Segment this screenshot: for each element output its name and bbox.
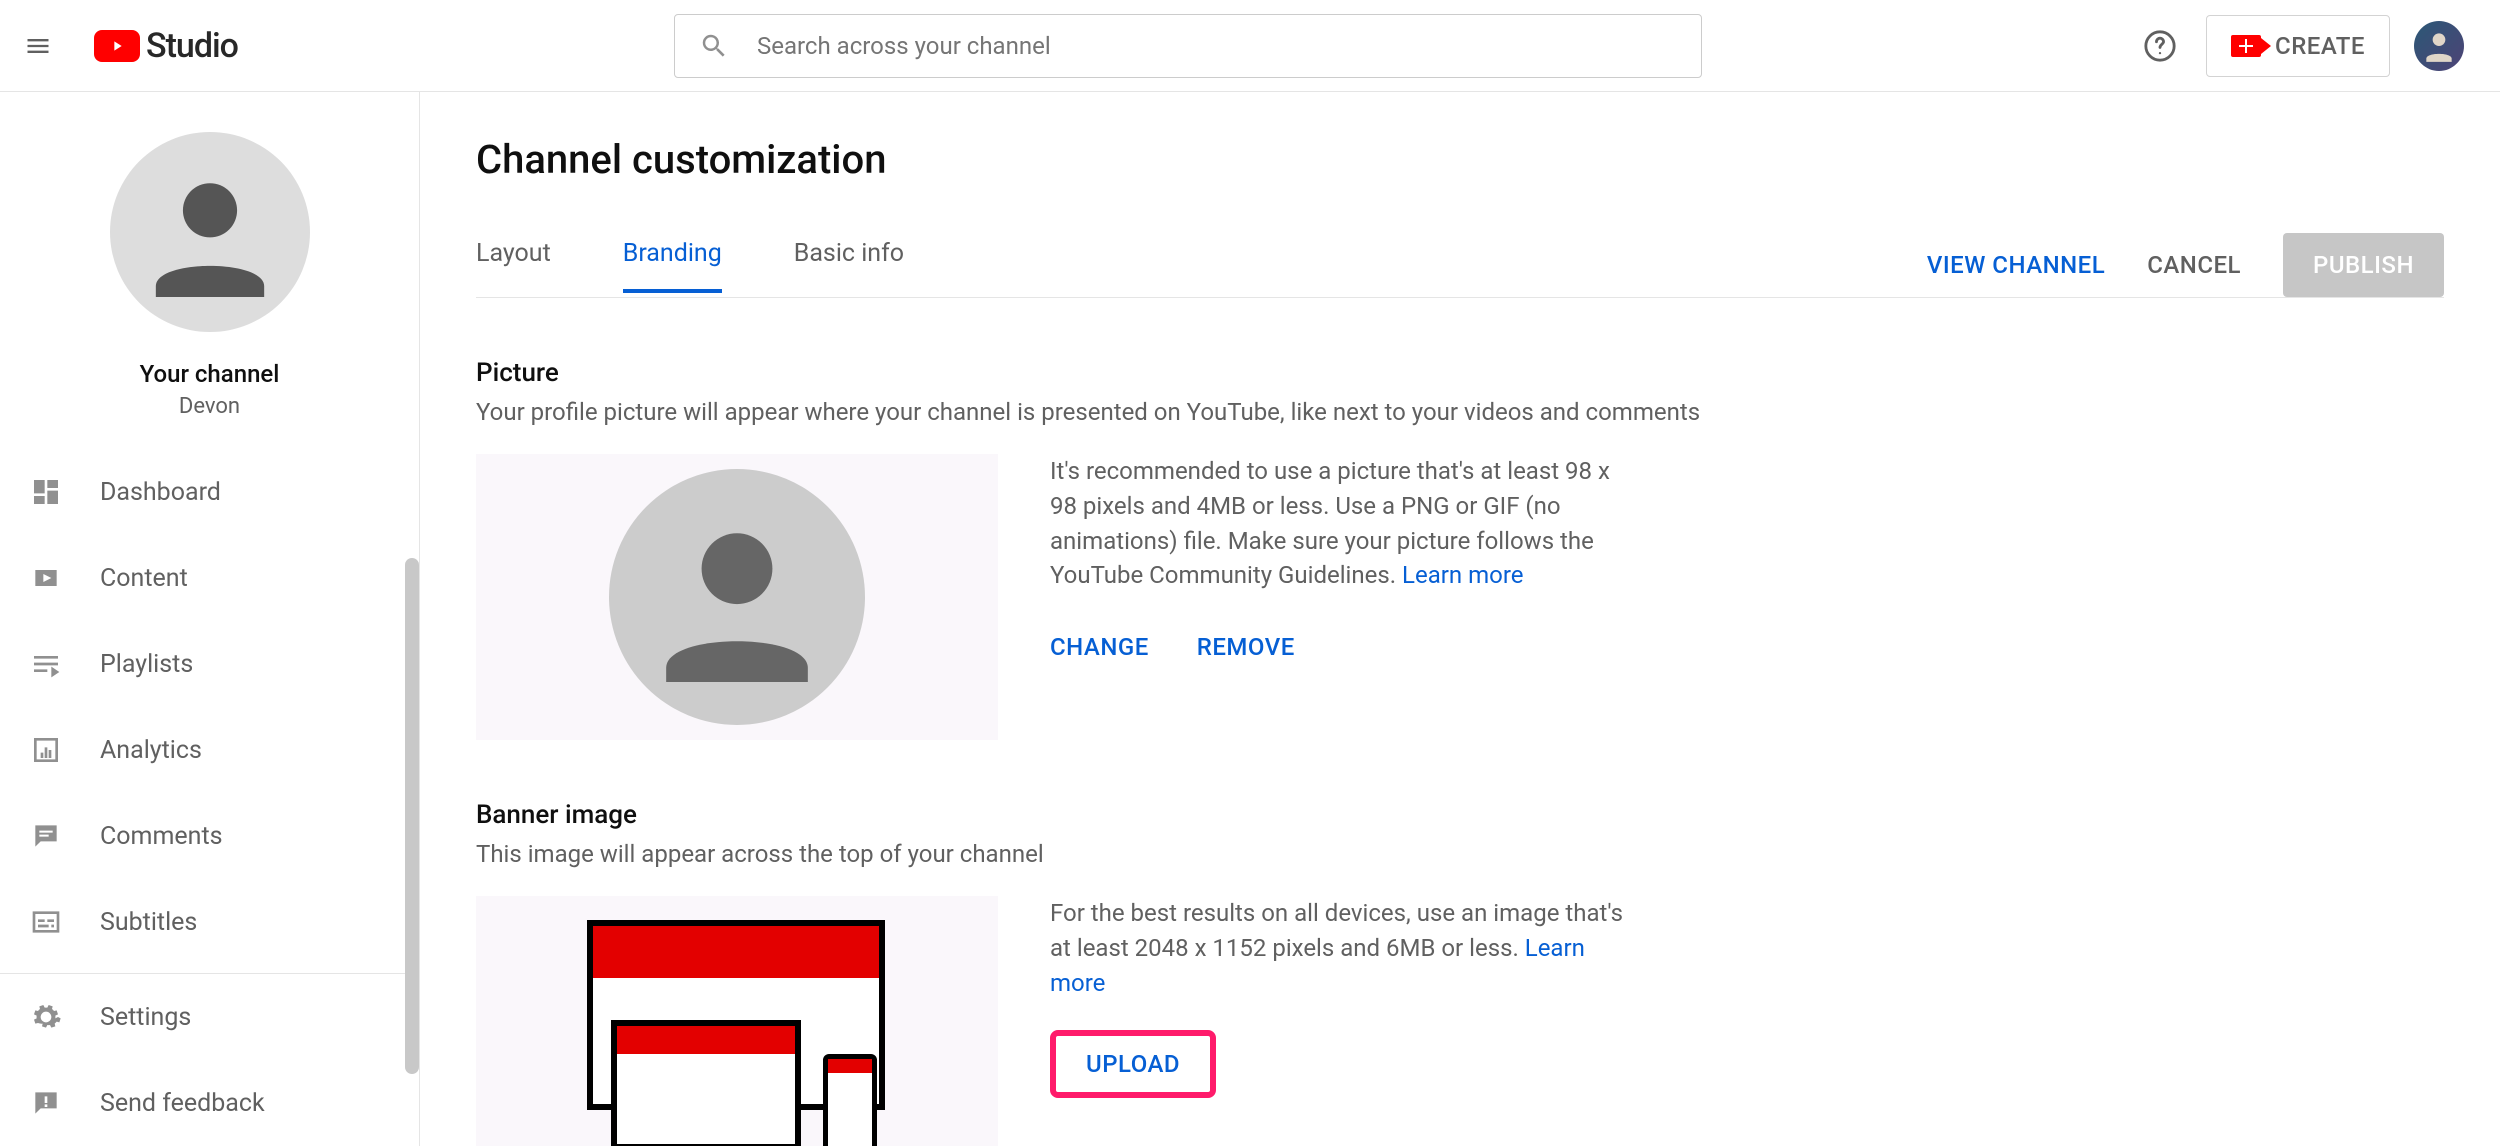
picture-heading: Picture	[476, 358, 2444, 388]
comments-icon	[28, 818, 64, 854]
picture-help-text: It's recommended to use a picture that's…	[1050, 457, 1610, 589]
tabs: Layout Branding Basic info	[476, 239, 904, 292]
tab-row: Layout Branding Basic info VIEW CHANNEL …	[476, 233, 2444, 298]
publish-button[interactable]: PUBLISH	[2283, 233, 2444, 297]
create-camera-icon	[2231, 35, 2261, 57]
sidebar-nav: Dashboard Content Playlists Analytics Co…	[0, 449, 419, 973]
channel-title: Your channel	[140, 360, 280, 388]
page-title: Channel customization	[476, 136, 2444, 183]
sidebar-item-label: Comments	[100, 822, 223, 851]
search-input[interactable]	[757, 32, 1677, 60]
search-box[interactable]	[674, 14, 1702, 78]
sidebar-item-playlists[interactable]: Playlists	[0, 621, 419, 707]
analytics-icon	[28, 732, 64, 768]
dashboard-icon	[28, 474, 64, 510]
cancel-button[interactable]: CANCEL	[2147, 251, 2241, 279]
banner-subtext: This image will appear across the top of…	[476, 840, 2444, 868]
channel-block: Your channel Devon	[0, 92, 419, 449]
help-button[interactable]	[2138, 24, 2182, 68]
sidebar-item-label: Analytics	[100, 736, 202, 765]
sidebar-item-label: Settings	[100, 1003, 191, 1032]
upload-highlight: UPLOAD	[1050, 1030, 1216, 1098]
hamburger-icon	[24, 32, 52, 60]
sidebar-item-comments[interactable]: Comments	[0, 793, 419, 879]
sidebar-item-settings[interactable]: Settings	[0, 974, 419, 1060]
tab-basic-info[interactable]: Basic info	[794, 239, 904, 292]
sidebar-item-label: Dashboard	[100, 478, 221, 507]
search-wrap	[238, 14, 2138, 78]
menu-button[interactable]	[18, 26, 58, 66]
channel-owner-name: Devon	[179, 394, 240, 419]
logo-text: Studio	[146, 26, 238, 66]
help-icon	[2143, 29, 2177, 63]
tab-branding[interactable]: Branding	[623, 239, 722, 292]
content-icon	[28, 560, 64, 596]
sidebar-item-dashboard[interactable]: Dashboard	[0, 449, 419, 535]
youtube-icon	[94, 30, 140, 62]
topbar-right: CREATE	[2138, 15, 2464, 77]
section-banner: Banner image This image will appear acro…	[476, 800, 2444, 1146]
sidebar-item-label: Playlists	[100, 650, 193, 679]
person-icon	[652, 512, 822, 682]
picture-change-button[interactable]: CHANGE	[1050, 633, 1149, 661]
banner-preview-box	[476, 896, 998, 1146]
banner-heading: Banner image	[476, 800, 2444, 830]
devices-illustration	[587, 920, 887, 1146]
banner-help: For the best results on all devices, use…	[1050, 896, 1630, 1098]
tab-layout[interactable]: Layout	[476, 239, 551, 292]
sidebar-item-subtitles[interactable]: Subtitles	[0, 879, 419, 965]
account-avatar[interactable]	[2414, 21, 2464, 71]
laptop-icon	[611, 1020, 801, 1146]
create-button[interactable]: CREATE	[2206, 15, 2390, 77]
playlists-icon	[28, 646, 64, 682]
profile-picture-preview[interactable]	[609, 469, 865, 725]
search-icon	[699, 31, 729, 61]
picture-learn-more-link[interactable]: Learn more	[1402, 561, 1523, 589]
picture-remove-button[interactable]: REMOVE	[1197, 633, 1295, 661]
tab-actions: VIEW CHANNEL CANCEL PUBLISH	[1927, 233, 2444, 297]
sidebar: Your channel Devon Dashboard Content Pla…	[0, 92, 420, 1146]
picture-preview-box	[476, 454, 998, 740]
picture-subtext: Your profile picture will appear where y…	[476, 398, 2444, 426]
subtitles-icon	[28, 904, 64, 940]
channel-avatar[interactable]	[110, 132, 310, 332]
section-picture: Picture Your profile picture will appear…	[476, 358, 2444, 740]
sidebar-item-label: Send feedback	[100, 1089, 265, 1118]
create-label: CREATE	[2275, 32, 2365, 60]
banner-upload-button[interactable]: UPLOAD	[1086, 1050, 1180, 1078]
sidebar-item-content[interactable]: Content	[0, 535, 419, 621]
sidebar-item-analytics[interactable]: Analytics	[0, 707, 419, 793]
phone-icon	[823, 1054, 877, 1146]
feedback-icon	[28, 1085, 64, 1121]
person-icon	[145, 167, 275, 297]
sidebar-item-label: Content	[100, 564, 188, 593]
topbar: Studio CREATE	[0, 0, 2500, 92]
main-content: Channel customization Layout Branding Ba…	[420, 92, 2500, 1146]
studio-logo[interactable]: Studio	[94, 26, 238, 66]
sidebar-scrollbar[interactable]	[405, 558, 419, 1074]
gear-icon	[28, 999, 64, 1035]
sidebar-item-label: Subtitles	[100, 908, 197, 937]
view-channel-button[interactable]: VIEW CHANNEL	[1927, 251, 2105, 279]
avatar-icon	[2420, 27, 2458, 65]
picture-help: It's recommended to use a picture that's…	[1050, 454, 1630, 661]
sidebar-item-feedback[interactable]: Send feedback	[0, 1060, 419, 1146]
